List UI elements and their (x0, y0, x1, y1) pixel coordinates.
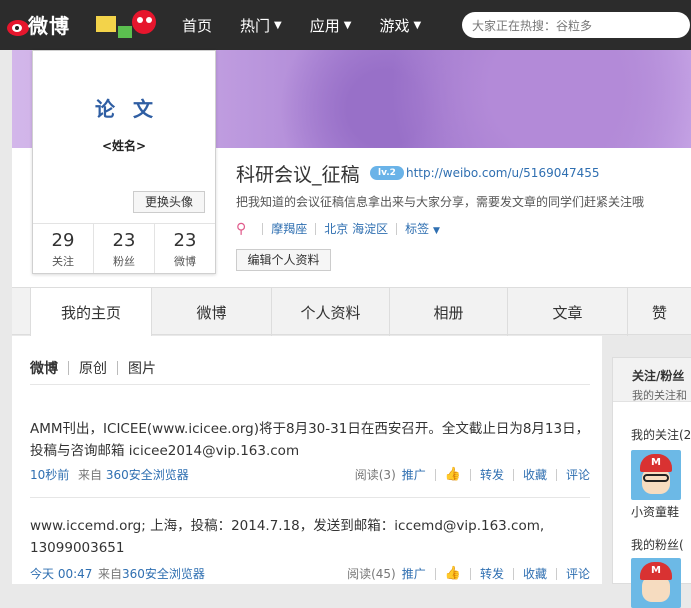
profile-url-link[interactable]: http://weibo.com/u/5169047455 (406, 166, 600, 180)
profile-name: 科研会议_征稿 (236, 164, 360, 186)
mascot-icon (96, 10, 156, 38)
main-nav: 首页 热门 ▼ 应用 ▼ 游戏 ▼ (168, 0, 435, 50)
favorite-link[interactable]: 收藏 (523, 565, 547, 582)
promote-link[interactable]: 推广 (402, 466, 426, 483)
stat-weibo[interactable]: 23 微博 (155, 224, 215, 273)
post-time-link[interactable]: 10秒前 (30, 466, 69, 483)
search-placeholder: 大家正在热搜：谷粒多 (472, 19, 593, 33)
profile-description: 把我知道的会议征稿信息拿出来与大家分享，需要发文章的同学们赶紧关注哦 (236, 195, 645, 209)
stat-following[interactable]: 29 关注 (33, 224, 94, 273)
post-source: 来自360安全浏览器 (98, 567, 205, 581)
post-time-link[interactable]: 今天 00:47 (30, 565, 92, 582)
chevron-down-icon: ▼ (274, 19, 282, 31)
following-user-name[interactable]: 小资童鞋 (631, 503, 679, 520)
post-meta: 10秒前 来自 360安全浏览器 阅读(3) 推广 👍 转发 收藏 评论 (30, 466, 590, 484)
source-link[interactable]: 360安全浏览器 (106, 468, 189, 482)
sidebar-header: 关注/粉丝 我的关注和 (613, 358, 691, 402)
sidebar-title: 关注/粉丝 (632, 369, 685, 383)
post-text: www.iccemd.org; 上海，投稿：2014.7.18，发送到邮箱：ic… (30, 518, 545, 556)
nav-apps[interactable]: 应用 ▼ (296, 0, 366, 50)
profile-meta: ⚲ 摩羯座 北京 海淀区 标签 ▼ (236, 220, 440, 237)
nav-games[interactable]: 游戏 ▼ (365, 0, 435, 50)
divider (30, 497, 590, 498)
subnav-images[interactable]: 图片 (128, 358, 156, 378)
edit-profile-button[interactable]: 编辑个人资料 (236, 249, 331, 271)
avatar[interactable]: M (631, 450, 681, 500)
post-actions: 阅读(45) 推广 👍 转发 收藏 评论 (347, 565, 590, 582)
like-icon[interactable]: 👍 (445, 467, 461, 482)
post-text: AMM刊出，ICICEE(www.icicee.org)将于8月30-31日在西… (30, 421, 590, 459)
post-meta: 今天 00:47 来自360安全浏览器 阅读(45) 推广 👍 转发 收藏 评论 (30, 565, 590, 583)
tab-my-home[interactable]: 我的主页 (30, 288, 152, 337)
repost-link[interactable]: 转发 (480, 466, 504, 483)
stat-fans[interactable]: 23 粉丝 (94, 224, 155, 273)
source-link[interactable]: 360安全浏览器 (122, 567, 205, 581)
avatar-card: 论文 <姓名> 更换头像 29 关注 23 粉丝 23 微博 (32, 50, 216, 274)
tags-dropdown[interactable]: 标签 ▼ (405, 220, 440, 237)
chevron-down-icon: ▼ (413, 19, 422, 31)
nav-hot[interactable]: 热门 ▼ (226, 0, 296, 50)
chevron-down-icon: ▼ (432, 226, 440, 236)
location-link[interactable]: 北京 海淀区 (324, 220, 388, 237)
tab-profile[interactable]: 个人资料 (272, 288, 390, 336)
favorite-link[interactable]: 收藏 (523, 466, 547, 483)
post-source: 来自 360安全浏览器 (78, 468, 189, 482)
weibo-logo[interactable]: 微博 (6, 6, 166, 44)
comment-link[interactable]: 评论 (566, 565, 590, 582)
sidebar-subtitle: 我的关注和 (632, 389, 687, 402)
tab-likes[interactable]: 赞 (628, 288, 691, 336)
fans-label[interactable]: 我的粉丝( (631, 536, 684, 553)
logo-text: 微博 (28, 14, 70, 38)
following-label[interactable]: 我的关注(2 (631, 426, 691, 443)
subnav-original[interactable]: 原创 (79, 358, 107, 378)
level-badge[interactable]: lv.2 (370, 166, 404, 180)
profile-stats: 29 关注 23 粉丝 23 微博 (33, 223, 215, 273)
nav-home[interactable]: 首页 (168, 0, 226, 50)
top-nav-bar: 微博 首页 热门 ▼ 应用 ▼ 游戏 ▼ 大家正在热搜：谷粒多 (0, 0, 691, 50)
post-actions: 阅读(3) 推广 👍 转发 收藏 评论 (355, 466, 590, 483)
tab-album[interactable]: 相册 (390, 288, 508, 336)
read-count: 阅读(45) (347, 567, 396, 581)
avatar-image-text: 论文 (95, 97, 171, 121)
tab-articles[interactable]: 文章 (508, 288, 628, 336)
avatar-name-text: <姓名> (101, 139, 147, 153)
subnav-weibo[interactable]: 微博 (30, 358, 58, 378)
weibo-eye-icon (7, 20, 29, 36)
search-input[interactable]: 大家正在热搜：谷粒多 (462, 12, 690, 38)
follow-sidebar: 关注/粉丝 我的关注和 我的关注(2 M 小资童鞋 我的粉丝( M (612, 357, 691, 608)
chevron-down-icon: ▼ (343, 19, 352, 31)
repost-link[interactable]: 转发 (480, 565, 504, 582)
feed-subnav: 微博 原创 图片 (30, 358, 156, 378)
avatar[interactable]: M (631, 558, 681, 608)
comment-link[interactable]: 评论 (566, 466, 590, 483)
location-pin-icon: ⚲ (236, 220, 247, 237)
tab-weibo[interactable]: 微博 (152, 288, 272, 336)
promote-link[interactable]: 推广 (402, 565, 426, 582)
zodiac-link[interactable]: 摩羯座 (271, 220, 307, 237)
divider (30, 384, 590, 385)
like-icon[interactable]: 👍 (445, 566, 461, 581)
profile-tabs: 我的主页 微博 个人资料 相册 文章 赞 (12, 287, 691, 337)
change-avatar-button[interactable]: 更换头像 (133, 191, 205, 213)
read-count: 阅读(3) (354, 468, 396, 482)
